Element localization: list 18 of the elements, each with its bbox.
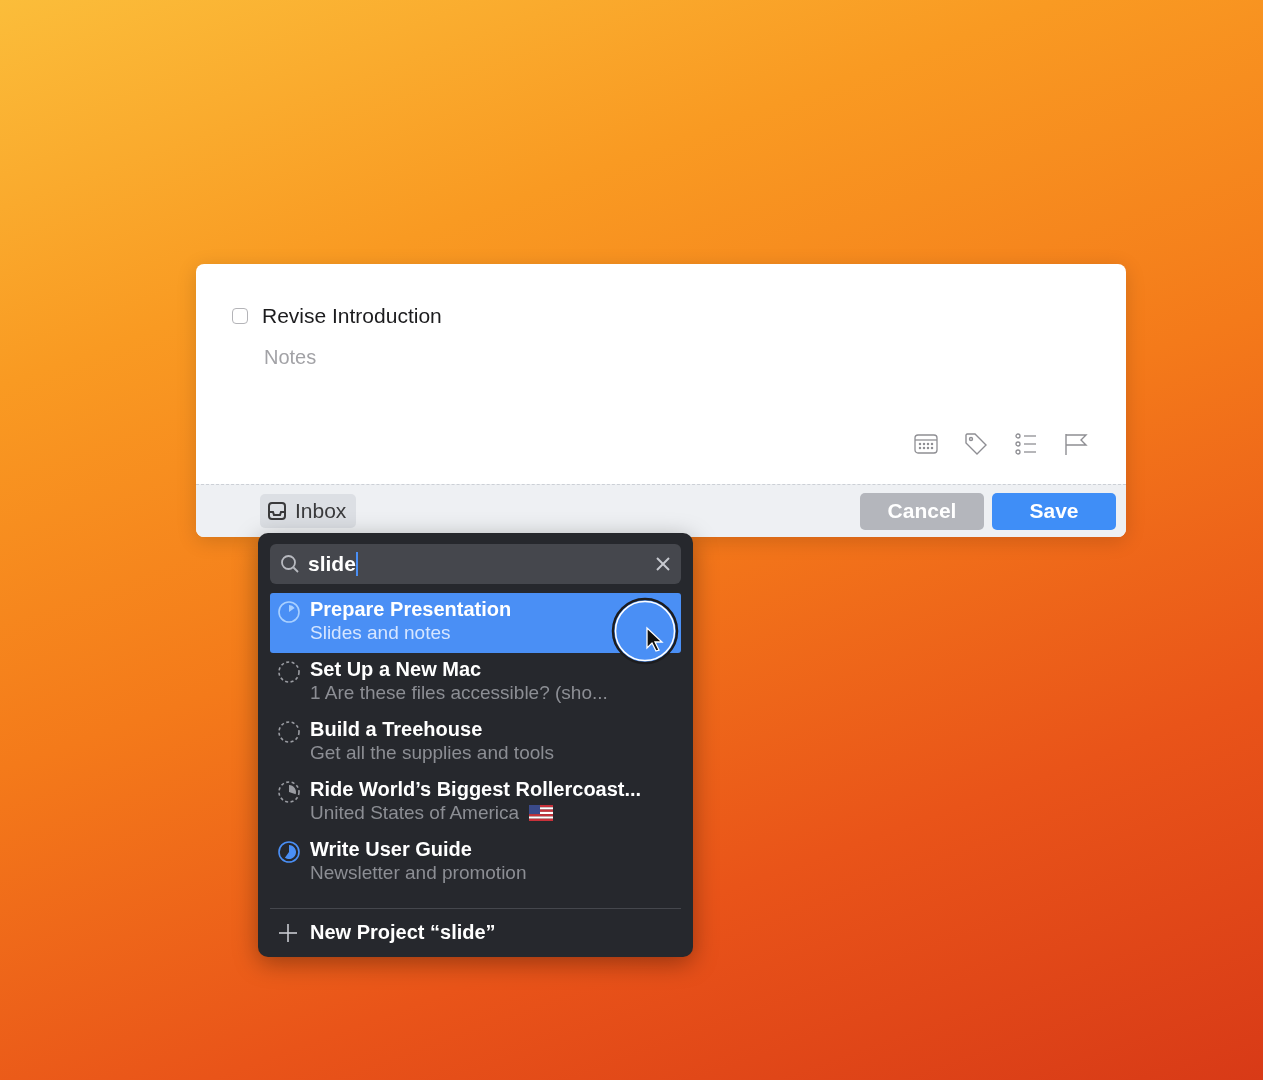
plus-icon [278, 922, 298, 943]
flag-icon[interactable] [1064, 432, 1088, 456]
search-icon [280, 554, 300, 574]
task-checkbox[interactable] [232, 308, 248, 324]
project-item[interactable]: Write User Guide Newsletter and promotion [270, 833, 681, 893]
clear-icon[interactable] [655, 556, 671, 572]
calendar-icon[interactable] [914, 432, 938, 456]
inbox-icon [267, 501, 287, 521]
new-project-button[interactable]: New Project “slide” [270, 909, 681, 944]
pointer-highlight-drawing [610, 596, 680, 666]
search-field[interactable]: slide [270, 544, 681, 584]
project-item[interactable]: Ride World’s Biggest Rollercoast... United States of America [270, 773, 681, 833]
tag-icon[interactable] [964, 432, 988, 456]
project-button[interactable]: Inbox [260, 494, 357, 528]
task-title[interactable]: Revise Introduction [262, 304, 442, 328]
checklist-icon[interactable] [1014, 432, 1038, 456]
project-item[interactable]: Build a Treehouse Get all the supplies and tools [270, 713, 681, 773]
project-item[interactable]: Set Up a New Mac 1 Are these files accessible? (sho... [270, 653, 681, 713]
